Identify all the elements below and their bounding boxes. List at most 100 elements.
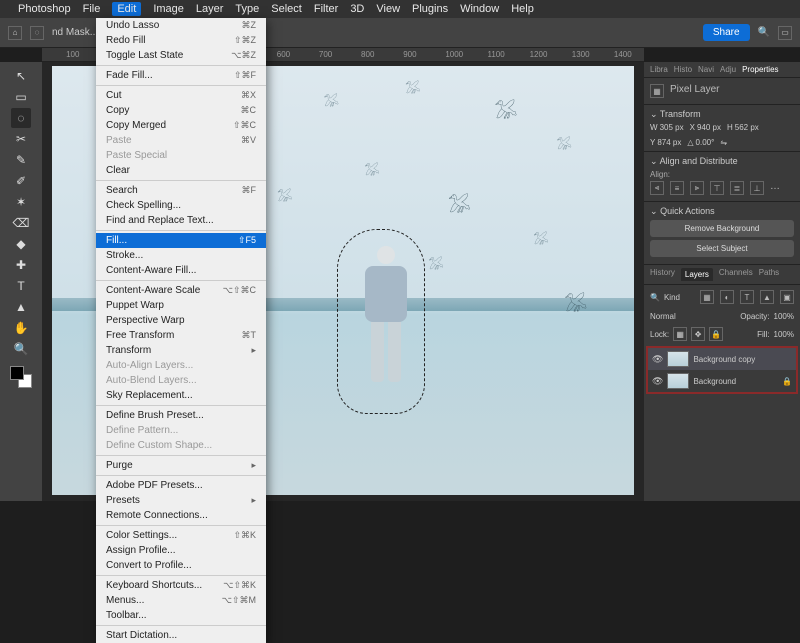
opacity-field[interactable]: 100% [774, 312, 794, 321]
menuitem-fade-fill[interactable]: Fade Fill...⇧⌘F [96, 68, 266, 83]
layer-name[interactable]: Background copy [693, 355, 792, 364]
menu-file[interactable]: File [83, 3, 101, 15]
menuitem-color-settings[interactable]: Color Settings...⇧⌘K [96, 528, 266, 543]
brush-tool[interactable]: ✐ [11, 171, 31, 191]
menuitem-adobe-pdf-presets[interactable]: Adobe PDF Presets... [96, 478, 266, 493]
type-tool[interactable]: T [11, 276, 31, 296]
menuitem-purge[interactable]: Purge▸ [96, 458, 266, 473]
menuitem-clear[interactable]: Clear [96, 163, 266, 178]
tab-channels[interactable]: Channels [719, 268, 753, 281]
workspace-icon[interactable]: ▭ [778, 26, 792, 40]
angle-field[interactable]: 0.00° [696, 138, 715, 147]
menuitem-remote-connections[interactable]: Remote Connections... [96, 508, 266, 523]
menuitem-copy-merged[interactable]: Copy Merged⇧⌘C [96, 118, 266, 133]
menu-image[interactable]: Image [153, 3, 184, 15]
dodge-tool[interactable]: ✚ [11, 255, 31, 275]
tab-history[interactable]: History [650, 268, 675, 281]
eyedropper-tool[interactable]: ✎ [11, 150, 31, 170]
tool-preset-icon[interactable]: ◌ [30, 26, 44, 40]
menu-type[interactable]: Type [235, 3, 259, 15]
menuitem-sky-replacement[interactable]: Sky Replacement... [96, 388, 266, 403]
menuitem-define-brush-preset[interactable]: Define Brush Preset... [96, 408, 266, 423]
align-left-icon[interactable]: ⫷ [650, 181, 664, 195]
menu-plugins[interactable]: Plugins [412, 3, 448, 15]
caret-icon[interactable]: ⌄ [650, 156, 658, 166]
shape-tool[interactable]: ▲ [11, 297, 31, 317]
filter-shape-icon[interactable]: ▲ [760, 290, 774, 304]
menu-help[interactable]: Help [511, 3, 534, 15]
marquee-tool[interactable]: ▭ [11, 87, 31, 107]
healing-tool[interactable]: ✶ [11, 192, 31, 212]
filter-type-icon[interactable]: T [740, 290, 754, 304]
caret-icon[interactable]: ⌄ [650, 206, 658, 216]
menuitem-stroke[interactable]: Stroke... [96, 248, 266, 263]
menuitem-keyboard-shortcuts[interactable]: Keyboard Shortcuts...⌥⇧⌘K [96, 578, 266, 593]
y-field[interactable]: 874 px [657, 138, 681, 147]
layer-thumbnail[interactable] [667, 351, 689, 367]
filter-pixel-icon[interactable]: ▦ [700, 290, 714, 304]
visibility-icon[interactable]: 👁 [652, 354, 663, 365]
layer-row[interactable]: 👁 Background 🔒 [648, 370, 796, 392]
tab-layers[interactable]: Layers [681, 268, 713, 281]
menuitem-toolbar[interactable]: Toolbar... [96, 608, 266, 623]
eraser-tool[interactable]: ⌫ [11, 213, 31, 233]
tab-properties[interactable]: Properties [742, 65, 778, 74]
gradient-tool[interactable]: ◆ [11, 234, 31, 254]
menuitem-transform[interactable]: Transform▸ [96, 343, 266, 358]
menuitem-copy[interactable]: Copy⌘C [96, 103, 266, 118]
lasso-tool[interactable]: ◌ [11, 108, 31, 128]
align-bottom-icon[interactable]: ⊥ [750, 181, 764, 195]
menuitem-toggle-last-state[interactable]: Toggle Last State⌥⌘Z [96, 48, 266, 63]
align-middle-icon[interactable]: ≣ [730, 181, 744, 195]
menuitem-redo-fill[interactable]: Redo Fill⇧⌘Z [96, 33, 266, 48]
align-center-icon[interactable]: ≡ [670, 181, 684, 195]
tab-libraries[interactable]: Libra [650, 65, 668, 74]
menu-filter[interactable]: Filter [314, 3, 338, 15]
select-mask-button[interactable]: nd Mask... [52, 27, 98, 38]
zoom-tool[interactable]: 🔍 [11, 339, 31, 359]
fill-field[interactable]: 100% [774, 330, 794, 339]
caret-icon[interactable]: ⌄ [650, 109, 658, 119]
menu-window[interactable]: Window [460, 3, 499, 15]
home-icon[interactable]: ⌂ [8, 26, 22, 40]
layer-row[interactable]: 👁 Background copy [648, 348, 796, 370]
hand-tool[interactable]: ✋ [11, 318, 31, 338]
share-button[interactable]: Share [703, 24, 750, 41]
menu-select[interactable]: Select [271, 3, 302, 15]
menuitem-menus[interactable]: Menus...⌥⇧⌘M [96, 593, 266, 608]
layer-name[interactable]: Background [693, 377, 778, 386]
lock-icon[interactable]: 🔒 [709, 327, 723, 341]
search-icon[interactable]: 🔍 [650, 293, 660, 302]
align-top-icon[interactable]: ⊤ [710, 181, 724, 195]
search-icon[interactable]: 🔍 [758, 27, 770, 38]
filter-adj-icon[interactable]: ◐ [720, 290, 734, 304]
menuitem-cut[interactable]: Cut⌘X [96, 88, 266, 103]
menu-layer[interactable]: Layer [196, 3, 224, 15]
move-tool[interactable]: ↖ [11, 66, 31, 86]
flip-h-icon[interactable]: ⇋ [720, 138, 727, 147]
layer-thumbnail[interactable] [667, 373, 689, 389]
filter-smart-icon[interactable]: ▣ [780, 290, 794, 304]
tab-adjustments[interactable]: Adju [720, 65, 736, 74]
color-swatch[interactable] [10, 366, 32, 388]
width-field[interactable]: 305 px [660, 123, 684, 132]
menu-view[interactable]: View [376, 3, 400, 15]
menuitem-perspective-warp[interactable]: Perspective Warp [96, 313, 266, 328]
crop-tool[interactable]: ✂ [11, 129, 31, 149]
align-right-icon[interactable]: ⫸ [690, 181, 704, 195]
menuitem-convert-to-profile[interactable]: Convert to Profile... [96, 558, 266, 573]
menuitem-check-spelling[interactable]: Check Spelling... [96, 198, 266, 213]
menuitem-assign-profile[interactable]: Assign Profile... [96, 543, 266, 558]
tab-paths[interactable]: Paths [759, 268, 779, 281]
visibility-icon[interactable]: 👁 [652, 376, 663, 387]
tab-navigator[interactable]: Navi [698, 65, 714, 74]
menu-3d[interactable]: 3D [350, 3, 364, 15]
menuitem-content-aware-fill[interactable]: Content-Aware Fill... [96, 263, 266, 278]
menuitem-search[interactable]: Search⌘F [96, 183, 266, 198]
menuitem-content-aware-scale[interactable]: Content-Aware Scale⌥⇧⌘C [96, 283, 266, 298]
kind-select[interactable]: Kind [664, 293, 680, 302]
blend-mode-select[interactable]: Normal [650, 312, 676, 321]
menuitem-free-transform[interactable]: Free Transform⌘T [96, 328, 266, 343]
menuitem-undo-lasso[interactable]: Undo Lasso⌘Z [96, 18, 266, 33]
menu-photoshop[interactable]: Photoshop [18, 3, 71, 15]
